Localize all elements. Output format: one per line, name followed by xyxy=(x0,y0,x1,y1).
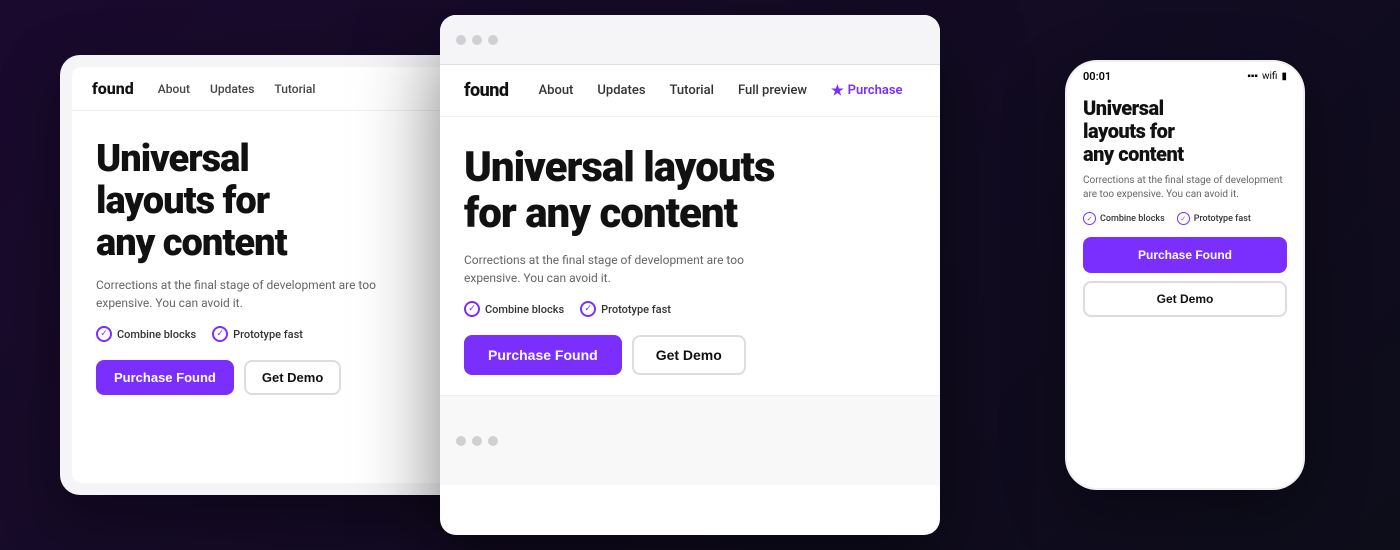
browser-content: found About Updates Tutorial Full previe… xyxy=(440,65,940,535)
tablet-feature-label-2: Prototype fast xyxy=(233,328,303,341)
phone-feature-label-2: Prototype fast xyxy=(1194,214,1251,224)
browser-feature-label-2: Prototype fast xyxy=(601,303,671,316)
tablet-demo-button[interactable]: Get Demo xyxy=(244,360,341,395)
browser-feature-prototype: ✓ Prototype fast xyxy=(580,301,671,317)
browser-logo: found xyxy=(464,80,509,101)
phone-hero-title: Universallayouts forany content xyxy=(1083,97,1287,166)
tablet-logo: found xyxy=(92,79,134,98)
tablet-nav-updates[interactable]: Updates xyxy=(210,82,254,96)
browser-bottom-dot-1 xyxy=(456,436,466,446)
scene: found About Updates Tutorial Universalla… xyxy=(0,0,1400,550)
browser-purchase-button[interactable]: Purchase Found xyxy=(464,335,622,375)
phone-feature-label-1: Combine blocks xyxy=(1100,214,1165,224)
phone-signal-icon: ▪▪▪ xyxy=(1247,71,1258,82)
phone-btn-group: Purchase Found Get Demo xyxy=(1083,237,1287,317)
tablet-hero-subtitle: Corrections at the final stage of develo… xyxy=(96,276,396,312)
phone-device: 00:01 ▪▪▪ wifi ▮ Universallayouts forany… xyxy=(1065,60,1305,490)
browser-btn-row: Purchase Found Get Demo xyxy=(464,335,916,375)
phone-check-1: ✓ xyxy=(1083,212,1096,225)
browser-dot-yellow xyxy=(472,35,482,45)
phone-purchase-button[interactable]: Purchase Found xyxy=(1083,237,1287,273)
phone-hero: Universallayouts forany content Correcti… xyxy=(1067,87,1303,488)
browser-features: ✓ Combine blocks ✓ Prototype fast xyxy=(464,301,916,317)
tablet-feature-combine: ✓ Combine blocks xyxy=(96,326,196,342)
phone-demo-button[interactable]: Get Demo xyxy=(1083,281,1287,317)
browser-dot-red xyxy=(456,35,466,45)
browser-feature-label-1: Combine blocks xyxy=(485,303,564,316)
check-icon-1: ✓ xyxy=(96,326,112,342)
phone-battery-icon: ▮ xyxy=(1281,71,1287,82)
tablet-nav-tutorial[interactable]: Tutorial xyxy=(274,82,315,96)
check-icon-2: ✓ xyxy=(212,326,228,342)
browser-feature-combine: ✓ Combine blocks xyxy=(464,301,564,317)
check-icon-browser-2: ✓ xyxy=(580,301,596,317)
browser-demo-button[interactable]: Get Demo xyxy=(632,335,746,375)
browser-nav-tutorial[interactable]: Tutorial xyxy=(670,83,714,98)
phone-features: ✓ Combine blocks ✓ Prototype fast xyxy=(1083,212,1287,225)
browser-nav-fullpreview[interactable]: Full preview xyxy=(738,83,807,98)
browser-nav: found About Updates Tutorial Full previe… xyxy=(440,65,940,117)
browser-bottom-dot-2 xyxy=(472,436,482,446)
browser-nav-purchase[interactable]: ★ Purchase xyxy=(831,83,902,99)
phone-time: 00:01 xyxy=(1083,70,1111,83)
browser-bottom-dot-3 xyxy=(488,436,498,446)
tablet-purchase-button[interactable]: Purchase Found xyxy=(96,360,234,395)
phone-feature-prototype: ✓ Prototype fast xyxy=(1177,212,1251,225)
browser-toolbar xyxy=(440,15,940,65)
tablet-nav-about[interactable]: About xyxy=(158,82,190,96)
browser-bottom-bar xyxy=(440,395,940,485)
browser-hero-title: Universal layoutsfor any content xyxy=(464,145,916,237)
browser-dot-green xyxy=(488,35,498,45)
check-icon-browser-1: ✓ xyxy=(464,301,480,317)
phone-screen: 00:01 ▪▪▪ wifi ▮ Universallayouts forany… xyxy=(1067,62,1303,488)
phone-wifi-icon: wifi xyxy=(1262,71,1278,82)
browser-hero-subtitle: Corrections at the final stage of develo… xyxy=(464,251,764,287)
browser-nav-updates[interactable]: Updates xyxy=(597,83,645,98)
browser-device: found About Updates Tutorial Full previe… xyxy=(440,15,940,535)
phone-hero-subtitle: Corrections at the final stage of develo… xyxy=(1083,174,1287,202)
browser-nav-purchase-label: Purchase xyxy=(848,83,903,98)
tablet-feature-label-1: Combine blocks xyxy=(117,328,196,341)
phone-feature-combine: ✓ Combine blocks xyxy=(1083,212,1165,225)
star-icon: ★ xyxy=(831,83,844,99)
phone-status-icons: ▪▪▪ wifi ▮ xyxy=(1247,71,1287,82)
browser-nav-about[interactable]: About xyxy=(539,83,574,98)
phone-status-bar: 00:01 ▪▪▪ wifi ▮ xyxy=(1067,62,1303,87)
tablet-feature-prototype: ✓ Prototype fast xyxy=(212,326,303,342)
browser-hero: Universal layoutsfor any content Correct… xyxy=(440,117,940,395)
phone-check-2: ✓ xyxy=(1177,212,1190,225)
